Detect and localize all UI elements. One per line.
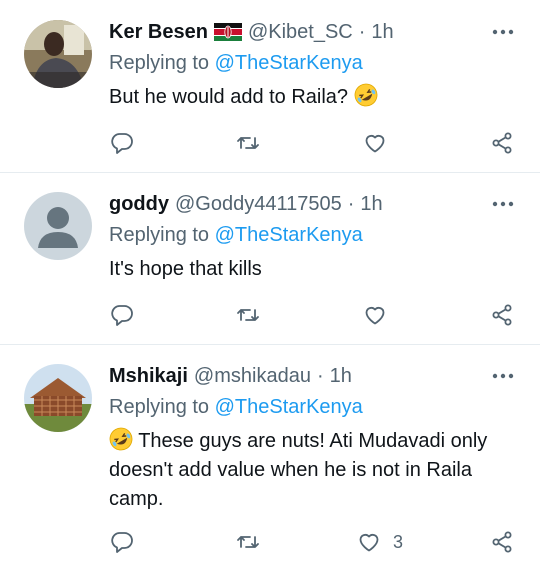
- avatar-hut-photo-icon: [24, 364, 92, 432]
- avatar-photo-icon: [24, 20, 92, 88]
- tweet-text-body: These guys are nuts! Ati Mudavadi only d…: [109, 430, 488, 510]
- heart-icon: [365, 307, 385, 325]
- share-button[interactable]: [490, 295, 514, 335]
- separator: ·: [347, 192, 355, 215]
- tweet-text: It's hope that kills: [109, 255, 519, 284]
- separator: ·: [316, 364, 324, 387]
- rolling-on-floor-laughing-emoji: [354, 83, 378, 107]
- reply-button[interactable]: [110, 123, 134, 163]
- reply-bubble-icon: [111, 305, 133, 326]
- tweet-text: These guys are nuts! Ati Mudavadi only d…: [109, 427, 519, 514]
- share-button[interactable]: [490, 123, 514, 163]
- tweet-text-body: But he would add to Raila?: [109, 86, 349, 108]
- tweet-text: But he would add to Raila?: [109, 83, 519, 112]
- user-handle[interactable]: @mshikadau: [194, 365, 311, 388]
- timestamp[interactable]: 1h: [371, 21, 393, 44]
- reply-button[interactable]: [110, 295, 134, 335]
- share-button[interactable]: [490, 522, 514, 562]
- display-name[interactable]: goddy: [109, 193, 169, 216]
- action-bar: 3: [0, 522, 540, 562]
- tweet-header: goddy @Goddy44117505 · 1h: [109, 190, 383, 218]
- reply-bubble-icon: [111, 133, 133, 154]
- more-horizontal-icon[interactable]: [492, 24, 514, 40]
- replying-prefix: Replying to: [109, 396, 210, 418]
- replying-prefix: Replying to: [109, 224, 210, 246]
- replying-to: Replying to @TheStarKenya: [109, 396, 363, 419]
- user-handle[interactable]: @Goddy44117505: [175, 193, 342, 216]
- action-bar: [0, 123, 540, 163]
- share-icon: [492, 304, 512, 326]
- retweet-button[interactable]: [236, 522, 260, 562]
- avatar[interactable]: [24, 192, 92, 260]
- display-name[interactable]: Mshikaji: [109, 365, 188, 388]
- heart-icon: [365, 135, 385, 153]
- retweet-icon: [237, 137, 259, 149]
- default-avatar-icon: [24, 192, 92, 260]
- mention-link[interactable]: @TheStarKenya: [215, 224, 363, 246]
- replying-to: Replying to @TheStarKenya: [109, 224, 363, 247]
- user-handle[interactable]: @Kibet_SC: [248, 21, 353, 44]
- avatar[interactable]: [24, 364, 92, 432]
- replying-to: Replying to @TheStarKenya: [109, 52, 363, 75]
- timestamp[interactable]: 1h: [360, 193, 382, 216]
- more-horizontal-icon[interactable]: [492, 196, 514, 212]
- more-horizontal-icon[interactable]: [492, 368, 514, 384]
- retweet-button[interactable]: [236, 295, 260, 335]
- tweet-card[interactable]: Ker Besen @Kibet_SC · 1h Replying to @Th…: [0, 0, 540, 172]
- retweet-icon: [237, 536, 259, 548]
- mention-link[interactable]: @TheStarKenya: [215, 396, 363, 418]
- retweet-button[interactable]: [236, 123, 260, 163]
- kenya-flag-icon: [213, 23, 242, 41]
- replying-prefix: Replying to: [109, 52, 210, 74]
- rolling-on-floor-laughing-emoji: [109, 427, 133, 451]
- like-count: 3: [393, 531, 404, 552]
- share-icon: [492, 132, 512, 154]
- tweet-card[interactable]: goddy @Goddy44117505 · 1h Replying to @T…: [0, 172, 540, 344]
- avatar[interactable]: [24, 20, 92, 88]
- tweet-card[interactable]: Mshikaji @mshikadau · 1h Replying to @Th…: [0, 344, 540, 565]
- reply-bubble-icon: [111, 532, 133, 553]
- reply-button[interactable]: [110, 522, 134, 562]
- heart-icon: [359, 534, 379, 552]
- mention-link[interactable]: @TheStarKenya: [215, 52, 363, 74]
- tweet-header: Mshikaji @mshikadau · 1h: [109, 362, 352, 390]
- action-bar: [0, 295, 540, 335]
- separator: ·: [358, 20, 366, 43]
- retweet-icon: [237, 309, 259, 321]
- tweet-header: Ker Besen @Kibet_SC · 1h: [109, 18, 394, 46]
- like-button[interactable]: [363, 295, 387, 335]
- share-icon: [492, 531, 512, 553]
- display-name[interactable]: Ker Besen: [109, 21, 208, 44]
- like-button[interactable]: 3: [357, 522, 403, 562]
- like-button[interactable]: [363, 123, 387, 163]
- tweet-text-body: It's hope that kills: [109, 258, 262, 280]
- timestamp[interactable]: 1h: [330, 365, 352, 388]
